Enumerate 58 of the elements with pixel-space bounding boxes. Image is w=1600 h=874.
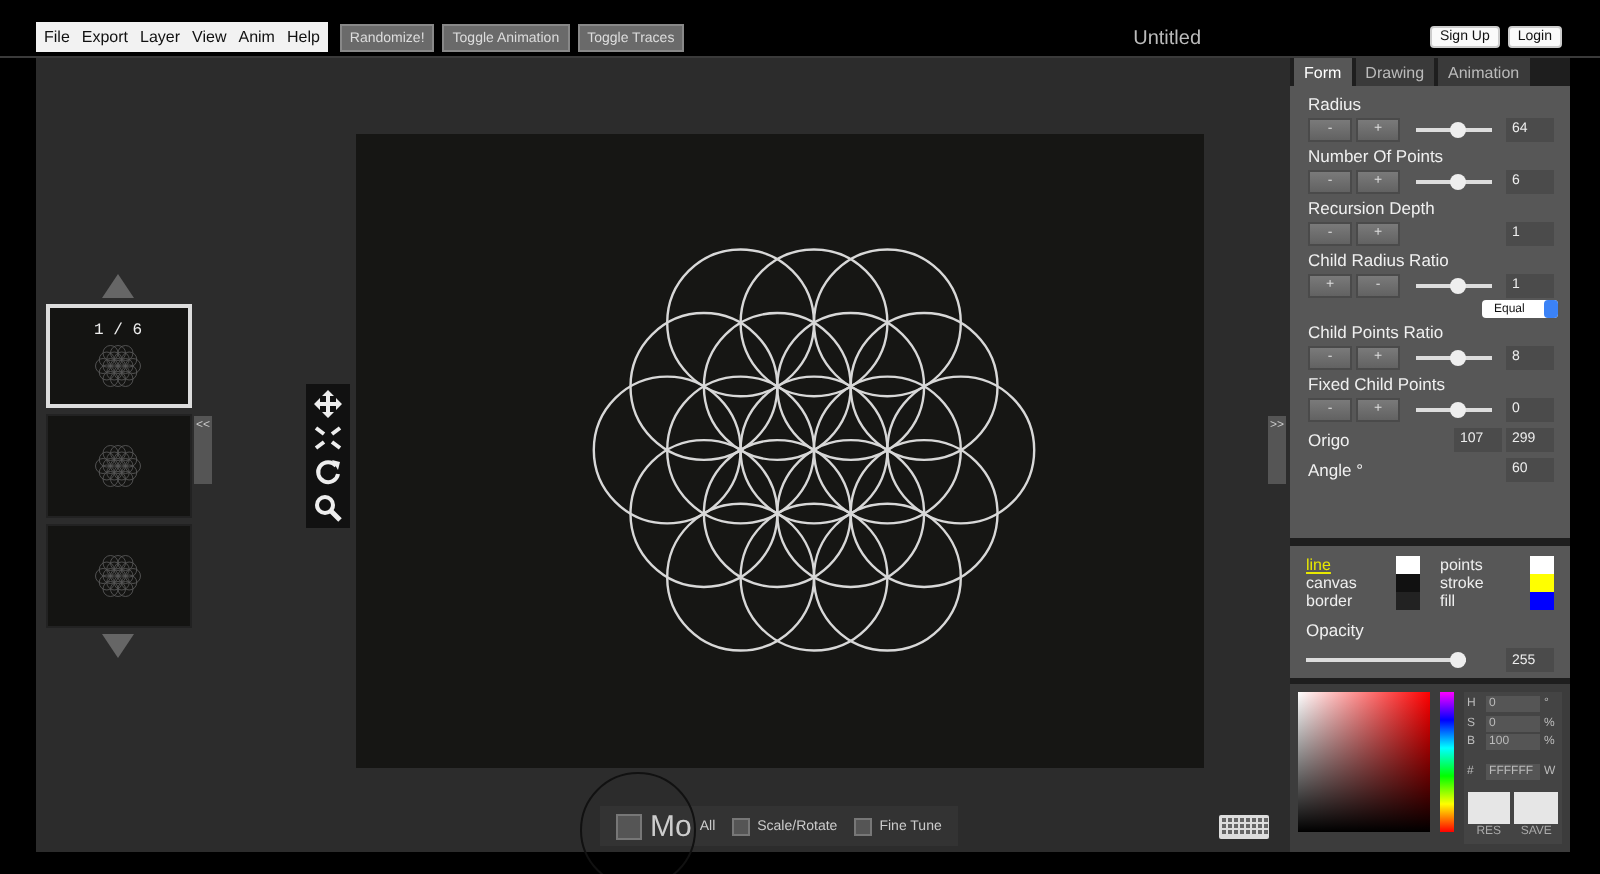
slider-thumb[interactable] bbox=[1449, 121, 1466, 137]
menu-item[interactable]: File bbox=[44, 28, 70, 46]
color-swatch[interactable] bbox=[1396, 574, 1420, 592]
down-arrow-icon[interactable] bbox=[102, 634, 134, 658]
layer-thumbnail[interactable]: 1 / 6 bbox=[45, 304, 191, 408]
color-target[interactable]: stroke bbox=[1440, 574, 1484, 592]
color-field[interactable] bbox=[1298, 692, 1430, 832]
layer-thumbnail[interactable] bbox=[45, 524, 191, 628]
document-title: Untitled bbox=[1131, 28, 1204, 50]
move-icon[interactable] bbox=[314, 390, 342, 418]
thumbnail-flower-icon bbox=[92, 440, 144, 492]
color-target[interactable]: points bbox=[1440, 556, 1483, 574]
scale-icon[interactable] bbox=[314, 426, 342, 450]
parameter-label: Child Radius Ratio bbox=[1308, 248, 1451, 272]
panel-tab[interactable]: Drawing bbox=[1355, 58, 1435, 86]
hue-bar[interactable] bbox=[1439, 692, 1454, 832]
checkbox[interactable] bbox=[616, 813, 642, 839]
parameter-label: Radius bbox=[1308, 92, 1363, 116]
up-arrow-icon[interactable] bbox=[102, 274, 134, 298]
menu-item[interactable]: Layer bbox=[140, 28, 181, 46]
color-target[interactable]: border bbox=[1306, 592, 1353, 610]
slider-thumb[interactable] bbox=[1449, 401, 1466, 417]
color-swatch[interactable] bbox=[1530, 556, 1554, 574]
thumbnail-flower-icon bbox=[92, 550, 144, 602]
parameter-label: Fixed Child Points bbox=[1308, 372, 1448, 396]
search-icon[interactable] bbox=[314, 494, 342, 522]
color-target[interactable]: fill bbox=[1440, 592, 1456, 610]
opacity-label: Opacity bbox=[1306, 618, 1366, 642]
magnified-label: Mo bbox=[650, 809, 692, 843]
keyboard-icon[interactable] bbox=[1217, 813, 1270, 839]
layer-thumbnail[interactable] bbox=[45, 414, 191, 518]
parameter-label: Angle ° bbox=[1308, 457, 1364, 481]
color-target[interactable]: line bbox=[1306, 556, 1331, 574]
menu-item[interactable]: Anim bbox=[238, 28, 275, 46]
parameter-label: Number Of Points bbox=[1308, 144, 1446, 168]
color-swatch[interactable] bbox=[1530, 574, 1554, 592]
slider-thumb[interactable] bbox=[1450, 652, 1466, 668]
menu-item[interactable]: Help bbox=[286, 28, 320, 46]
thumbnail-flower-icon bbox=[92, 339, 144, 391]
parameter-label: Recursion Depth bbox=[1308, 196, 1437, 220]
color-swatch[interactable] bbox=[1396, 592, 1420, 610]
slider-thumb[interactable] bbox=[1449, 277, 1466, 293]
layer-counter: 1 / 6 bbox=[93, 321, 142, 339]
slider-thumb[interactable] bbox=[1449, 173, 1466, 189]
parameter-label: Origo bbox=[1308, 427, 1350, 451]
color-target[interactable]: canvas bbox=[1306, 574, 1357, 592]
panel-tab[interactable]: Form bbox=[1294, 58, 1352, 86]
color-swatch[interactable] bbox=[1396, 556, 1420, 574]
checkbox[interactable] bbox=[731, 817, 750, 835]
parameter-label: Child Points Ratio bbox=[1308, 320, 1446, 344]
rotate-icon[interactable] bbox=[314, 458, 342, 486]
menu-item[interactable]: Export bbox=[81, 28, 129, 46]
menu-item[interactable]: View bbox=[192, 28, 227, 46]
color-swatch[interactable] bbox=[1530, 592, 1554, 610]
drawing-canvas[interactable] bbox=[356, 134, 1204, 768]
panel-tab[interactable]: Animation bbox=[1438, 58, 1530, 86]
slider-thumb[interactable] bbox=[1449, 349, 1466, 365]
checkbox[interactable] bbox=[853, 817, 872, 835]
